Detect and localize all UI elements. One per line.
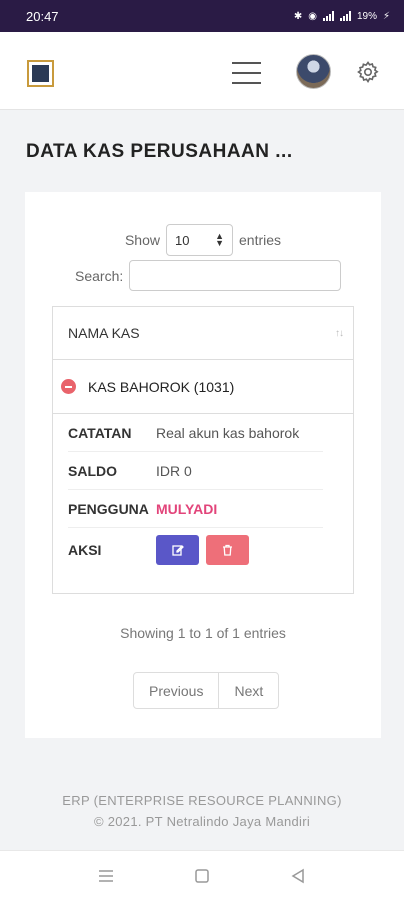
detail-label: PENGGUNA (68, 500, 149, 517)
next-button[interactable]: Next (218, 673, 278, 708)
detail-pengguna: PENGGUNA MULYADI (68, 490, 323, 528)
battery-level: 19% (356, 10, 377, 22)
detail-catatan: CATATAN Real akun kas bahorok (68, 414, 323, 452)
footer: ERP (ENTERPRISE RESOURCE PLANNING) © 202… (0, 790, 404, 832)
wifi-icon: ◉ (308, 10, 317, 22)
show-label: Show (124, 232, 160, 248)
detail-aksi: AKSI (68, 528, 323, 572)
signal-icon (322, 11, 334, 21)
previous-button[interactable]: Previous (134, 673, 218, 708)
status-bar: 20:47 ✱ ◉ 19% ⚡ (0, 0, 404, 32)
detail-value: Real akun kas bahorok (156, 424, 300, 441)
pagination: Previous Next (133, 672, 280, 709)
signal-icon (339, 11, 351, 21)
status-time: 20:47 (26, 8, 59, 24)
hamburger-menu-icon[interactable] (232, 62, 261, 84)
delete-button[interactable] (206, 535, 249, 565)
detail-value: IDR 0 (156, 462, 192, 479)
column-header-label: NAMA KAS (68, 325, 140, 341)
select-arrows-icon: ▲ ▼ (215, 231, 224, 248)
search-input[interactable] (129, 260, 342, 291)
status-icons: ✱ ◉ 19% ⚡ (294, 11, 390, 22)
sort-icon: ↑↓ (335, 327, 344, 339)
battery-icon: ⚡ (382, 10, 390, 22)
entries-label: entries (239, 232, 282, 248)
entries-select[interactable]: 10 ▲ ▼ (166, 224, 233, 256)
detail-saldo: SALDO IDR 0 (68, 452, 323, 490)
table-row[interactable]: KAS BAHOROK (1031) (53, 360, 353, 414)
detail-label: SALDO (68, 462, 117, 479)
footer-app-name: ERP (ENTERPRISE RESOURCE PLANNING) (62, 793, 342, 808)
entries-value: 10 (175, 232, 190, 248)
home-icon[interactable] (194, 868, 210, 884)
back-icon[interactable] (290, 868, 306, 884)
app-bar (0, 32, 404, 110)
kas-table: NAMA KAS ↑↓ KAS BAHOROK (1031) CATATAN R… (52, 306, 354, 594)
page-title: DATA KAS PERUSAHAAN ... (26, 141, 293, 162)
trash-icon (223, 544, 232, 556)
edit-icon (171, 545, 184, 556)
detail-user-value: MULYADI (156, 500, 218, 517)
kas-name: KAS BAHOROK (1031) (88, 378, 235, 395)
pagination-info: Showing 1 to 1 of 1 entries (120, 625, 286, 641)
detail-label: CATATAN (68, 424, 132, 441)
row-details: CATATAN Real akun kas bahorok SALDO IDR … (53, 414, 353, 572)
show-entries-control: Show 10 ▲ ▼ entries (25, 224, 381, 256)
kas-card: Show 10 ▲ ▼ entries Search: NAMA KAS ↑↓ K… (25, 192, 381, 738)
search-control: Search: (75, 260, 342, 291)
company-logo[interactable] (27, 60, 54, 87)
column-header-nama-kas[interactable]: NAMA KAS ↑↓ (53, 307, 353, 360)
edit-button[interactable] (156, 535, 199, 565)
detail-label: AKSI (68, 542, 102, 558)
footer-copyright: © 2021. PT Netralindo Jaya Mandiri (93, 814, 311, 829)
collapse-icon[interactable] (61, 379, 76, 394)
gear-icon[interactable] (356, 60, 380, 84)
user-avatar[interactable] (296, 54, 331, 89)
search-label: Search: (75, 267, 124, 284)
recent-apps-icon[interactable] (97, 868, 115, 884)
system-nav-bar (0, 850, 404, 900)
bluetooth-icon: ✱ (293, 10, 303, 22)
